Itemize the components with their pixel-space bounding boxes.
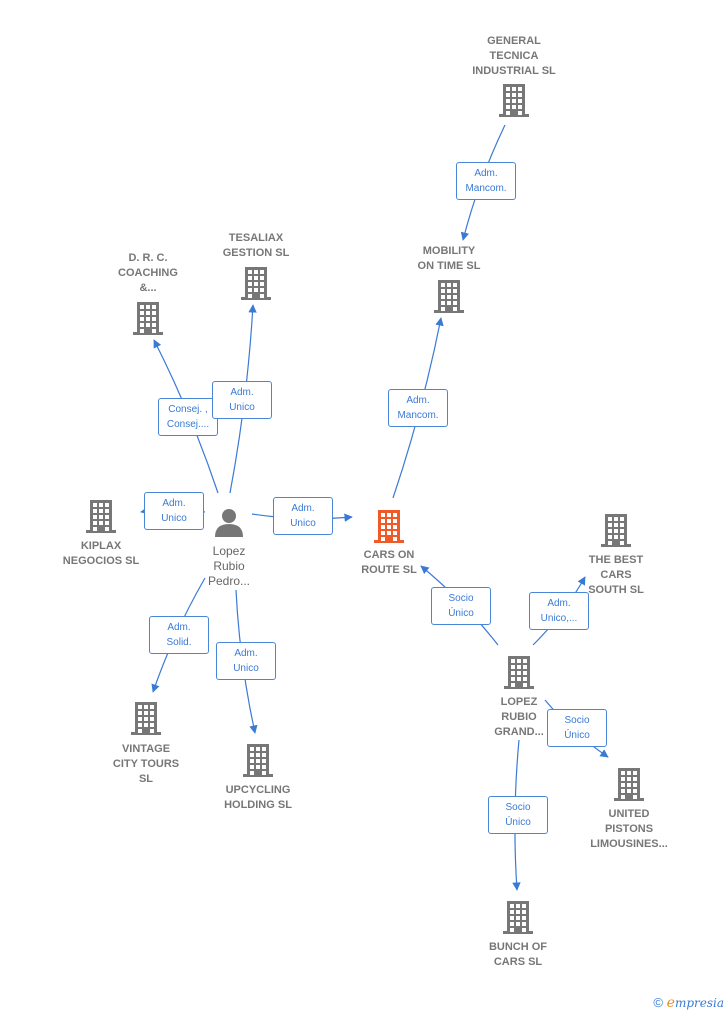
node-label-general[interactable]: GENERAL TECNICA INDUSTRIAL SL (449, 34, 579, 79)
edge-label[interactable]: Adm. Unico (216, 642, 276, 680)
building-icon[interactable] (374, 510, 404, 543)
node-label-lopezgrand[interactable]: LOPEZ RUBIO GRAND... (454, 695, 584, 740)
node-label-bestcars[interactable]: THE BEST CARS SOUTH SL (551, 553, 681, 598)
building-icon[interactable] (503, 901, 533, 934)
building-icon[interactable] (601, 514, 631, 547)
node-label-kiplax[interactable]: KIPLAX NEGOCIOS SL (36, 539, 166, 569)
building-icon[interactable] (614, 768, 644, 801)
building-icon[interactable] (131, 702, 161, 735)
node-label-upcycling[interactable]: UPCYCLING HOLDING SL (193, 783, 323, 813)
node-label-mobility[interactable]: MOBILITY ON TIME SL (384, 244, 514, 274)
building-icon[interactable] (434, 280, 464, 313)
network-diagram: Adm. Mancom. Adm. Mancom. Consej. , Consej… (0, 0, 728, 1015)
building-icon[interactable] (86, 500, 116, 533)
edge-label[interactable]: Adm. Solid. (149, 616, 209, 654)
empresia-logo[interactable]: © empresia (653, 995, 724, 1011)
edge-label[interactable]: Adm. Mancom. (456, 162, 516, 200)
edge-label[interactable]: Consej. , Consej.... (158, 398, 218, 436)
copyright-icon: © (653, 995, 664, 1010)
building-icon[interactable] (241, 267, 271, 300)
node-label-drc[interactable]: D. R. C. COACHING &... (83, 251, 213, 296)
edge-label[interactable]: Adm. Mancom. (388, 389, 448, 427)
edge-label[interactable]: Socio Único (488, 796, 548, 834)
edge-label[interactable]: Adm. Unico (212, 381, 272, 419)
edge-label[interactable]: Adm. Unico (273, 497, 333, 535)
edge-label[interactable]: Socio Único (431, 587, 491, 625)
node-label-united[interactable]: UNITED PISTONS LIMOUSINES... (564, 807, 694, 852)
building-icon[interactable] (499, 84, 529, 117)
building-icon[interactable] (243, 744, 273, 777)
person-icon[interactable] (215, 509, 243, 537)
node-label-vintage[interactable]: VINTAGE CITY TOURS SL (81, 742, 211, 787)
building-icon[interactable] (504, 656, 534, 689)
node-label-bunch[interactable]: BUNCH OF CARS SL (453, 940, 583, 970)
building-icon[interactable] (133, 302, 163, 335)
node-label-cars[interactable]: CARS ON ROUTE SL (324, 548, 454, 578)
graph-canvas (86, 84, 644, 934)
node-label-person[interactable]: Lopez Rubio Pedro... (164, 544, 294, 589)
edge-label[interactable]: Adm. Unico (144, 492, 204, 530)
